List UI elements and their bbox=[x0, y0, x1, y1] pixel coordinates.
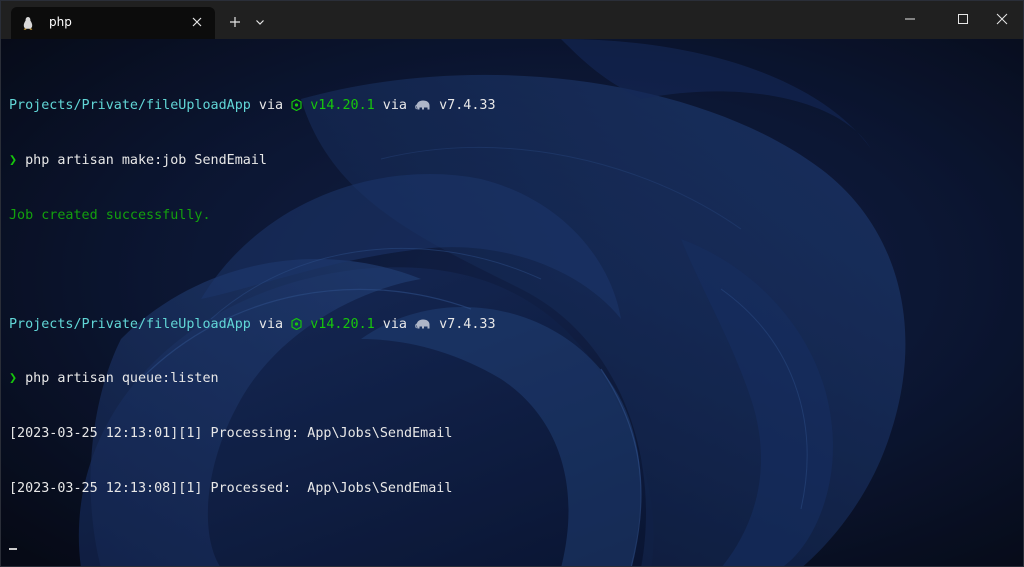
title-bar[interactable]: php bbox=[1, 1, 1023, 39]
chevron-down-icon bbox=[256, 20, 264, 25]
php-version: v7.4.33 bbox=[439, 98, 496, 114]
nodejs-icon bbox=[291, 317, 302, 336]
minimize-button[interactable] bbox=[887, 1, 933, 37]
log-line-processing: [2023-03-25 12:13:01][1] Processing: App… bbox=[9, 425, 453, 441]
text-cursor bbox=[9, 548, 17, 551]
close-icon bbox=[996, 13, 1008, 25]
close-icon bbox=[192, 17, 202, 27]
terminal-output[interactable]: Projects/Private/fileUploadApp via v14.2… bbox=[9, 61, 496, 566]
command-line-2: ❯ php artisan queue:listen bbox=[9, 370, 496, 388]
cwd-path: Projects/Private/fileUploadApp bbox=[9, 316, 251, 332]
log-line-processed: [2023-03-25 12:13:08][1] Processed: App\… bbox=[9, 480, 453, 496]
nodejs-icon bbox=[291, 99, 302, 117]
cwd-path: Projects/Private/fileUploadApp bbox=[9, 98, 251, 114]
terminal-window: php Projects/Private/fileUploadApp via v… bbox=[0, 0, 1024, 567]
node-version: v14.20.1 bbox=[310, 316, 375, 332]
tab-php[interactable]: php bbox=[11, 7, 215, 39]
tab-title: php bbox=[49, 15, 72, 29]
prompt-line-1: Projects/Private/fileUploadApp via v14.2… bbox=[9, 97, 496, 115]
command-text: php artisan make:job SendEmail bbox=[25, 153, 267, 168]
output-line-success: Job created successfully. bbox=[9, 207, 211, 223]
cursor-line bbox=[9, 534, 496, 552]
close-window-button[interactable] bbox=[979, 1, 1023, 37]
node-version: v14.20.1 bbox=[310, 98, 375, 114]
tab-dropdown-button[interactable] bbox=[249, 11, 271, 33]
php-elephant-icon bbox=[415, 99, 431, 117]
maximize-icon bbox=[958, 14, 968, 24]
terminal-pane[interactable]: Projects/Private/fileUploadApp via v14.2… bbox=[1, 39, 1023, 566]
php-elephant-icon bbox=[415, 318, 431, 336]
close-tab-button[interactable] bbox=[187, 12, 207, 32]
new-tab-button[interactable] bbox=[223, 11, 247, 33]
minimize-icon bbox=[905, 18, 915, 20]
linux-tux-icon bbox=[21, 15, 35, 30]
php-version: v7.4.33 bbox=[439, 316, 496, 332]
plus-icon bbox=[230, 17, 240, 27]
command-line-1: ❯ php artisan make:job SendEmail bbox=[9, 152, 496, 170]
prompt-arrow: ❯ bbox=[9, 153, 18, 168]
command-text: php artisan queue:listen bbox=[25, 371, 219, 387]
prompt-arrow: ❯ bbox=[9, 371, 18, 387]
prompt-line-2: Projects/Private/fileUploadApp via v14.2… bbox=[9, 316, 496, 334]
